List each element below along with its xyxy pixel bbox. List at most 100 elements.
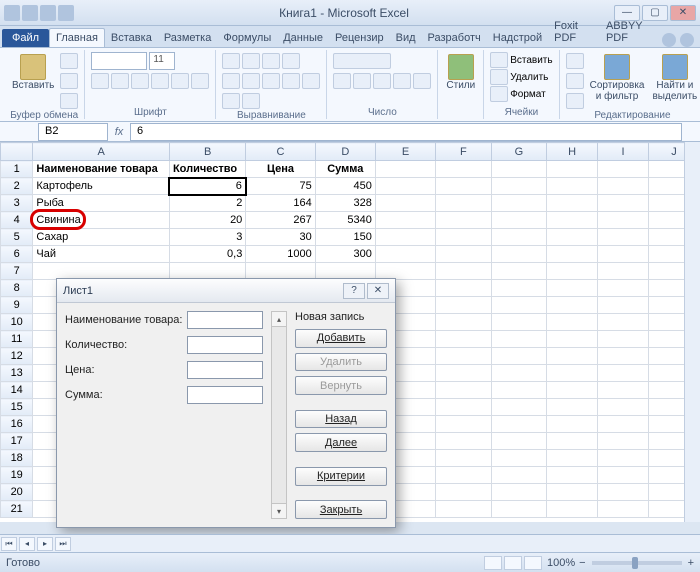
cell-E2[interactable] [375,178,435,195]
form-input-0[interactable] [187,311,263,329]
criteria-button[interactable]: Критерии [295,467,387,486]
cell-H4[interactable] [547,212,598,229]
cell-I1[interactable] [598,161,649,178]
cell-G20[interactable] [491,484,547,501]
cell-B2[interactable]: 6 [169,178,245,195]
sheet-nav-next-icon[interactable]: ▸ [37,537,53,551]
percent-icon[interactable] [353,73,371,89]
italic-button[interactable] [111,73,129,89]
cell-I15[interactable] [598,399,649,416]
align-right-icon[interactable] [262,73,280,89]
styles-button[interactable]: Стили [444,52,477,94]
dialog-titlebar[interactable]: Лист1 ? ✕ [57,279,395,303]
orientation-icon[interactable] [282,53,300,69]
cell-I17[interactable] [598,433,649,450]
form-input-2[interactable] [187,361,263,379]
cell-I5[interactable] [598,229,649,246]
cell-B6[interactable]: 0,3 [169,246,245,263]
cell-G17[interactable] [491,433,547,450]
currency-icon[interactable] [333,73,351,89]
format-cells-icon[interactable] [490,86,508,102]
cell-C1[interactable]: Цена [246,161,315,178]
cell-E4[interactable] [375,212,435,229]
form-input-3[interactable] [187,386,263,404]
cell-F3[interactable] [436,195,492,212]
align-middle-icon[interactable] [242,53,260,69]
cell-A5[interactable]: Сахар [33,229,170,246]
cell-H8[interactable] [547,280,598,297]
row-header-3[interactable]: 3 [1,195,33,212]
row-header-21[interactable]: 21 [1,501,33,518]
font-name-select[interactable] [91,52,147,70]
cell-I3[interactable] [598,195,649,212]
tab-разработч[interactable]: Разработч [422,29,487,47]
cell-F7[interactable] [436,263,492,280]
cell-H19[interactable] [547,467,598,484]
cell-A7[interactable] [33,263,170,280]
cell-F12[interactable] [436,348,492,365]
font-color-button[interactable] [191,73,209,89]
cell-I20[interactable] [598,484,649,501]
help-icon[interactable] [680,33,694,47]
cell-F17[interactable] [436,433,492,450]
row-header-7[interactable]: 7 [1,263,33,280]
cell-G4[interactable] [491,212,547,229]
row-header-9[interactable]: 9 [1,297,33,314]
paste-button[interactable]: Вставить [10,52,56,94]
cell-D3[interactable]: 328 [315,195,375,212]
view-normal-icon[interactable] [484,556,502,570]
tab-разметка[interactable]: Разметка [158,29,218,47]
cell-C4[interactable]: 267 [246,212,315,229]
dialog-help-button[interactable]: ? [343,283,365,299]
cell-F10[interactable] [436,314,492,331]
sheet-nav-first-icon[interactable]: ⏮ [1,537,17,551]
cell-D2[interactable]: 450 [315,178,375,195]
sheet-nav-prev-icon[interactable]: ◂ [19,537,35,551]
align-bottom-icon[interactable] [262,53,280,69]
cell-E6[interactable] [375,246,435,263]
row-header-12[interactable]: 12 [1,348,33,365]
cell-F9[interactable] [436,297,492,314]
cell-C3[interactable]: 164 [246,195,315,212]
cell-H21[interactable] [547,501,598,518]
cell-C6[interactable]: 1000 [246,246,315,263]
fill-color-button[interactable] [171,73,189,89]
cell-I2[interactable] [598,178,649,195]
row-header-16[interactable]: 16 [1,416,33,433]
row-header-5[interactable]: 5 [1,229,33,246]
number-format-select[interactable] [333,53,391,69]
col-header-D[interactable]: D [315,143,375,161]
tab-foxit pdf[interactable]: Foxit PDF [548,17,600,47]
cell-G1[interactable] [491,161,547,178]
cell-G2[interactable] [491,178,547,195]
cell-G13[interactable] [491,365,547,382]
cell-H17[interactable] [547,433,598,450]
cell-B5[interactable]: 3 [169,229,245,246]
cell-G8[interactable] [491,280,547,297]
cell-E3[interactable] [375,195,435,212]
tab-file[interactable]: Файл [2,29,49,47]
cell-I13[interactable] [598,365,649,382]
add-button[interactable]: Добавить [295,329,387,348]
cell-F21[interactable] [436,501,492,518]
cell-G10[interactable] [491,314,547,331]
cell-H9[interactable] [547,297,598,314]
cell-G7[interactable] [491,263,547,280]
cell-I16[interactable] [598,416,649,433]
row-header-13[interactable]: 13 [1,365,33,382]
zoom-out-icon[interactable]: − [579,557,585,569]
inc-decimal-icon[interactable] [393,73,411,89]
col-header-B[interactable]: B [169,143,245,161]
cell-G16[interactable] [491,416,547,433]
name-box[interactable]: B2 [38,123,108,141]
cell-F5[interactable] [436,229,492,246]
border-button[interactable] [151,73,169,89]
cell-H6[interactable] [547,246,598,263]
col-header-I[interactable]: I [598,143,649,161]
cell-H1[interactable] [547,161,598,178]
cell-H12[interactable] [547,348,598,365]
cell-F11[interactable] [436,331,492,348]
close-form-button[interactable]: Закрыть [295,500,387,519]
cell-G15[interactable] [491,399,547,416]
copy-icon[interactable] [60,73,78,89]
